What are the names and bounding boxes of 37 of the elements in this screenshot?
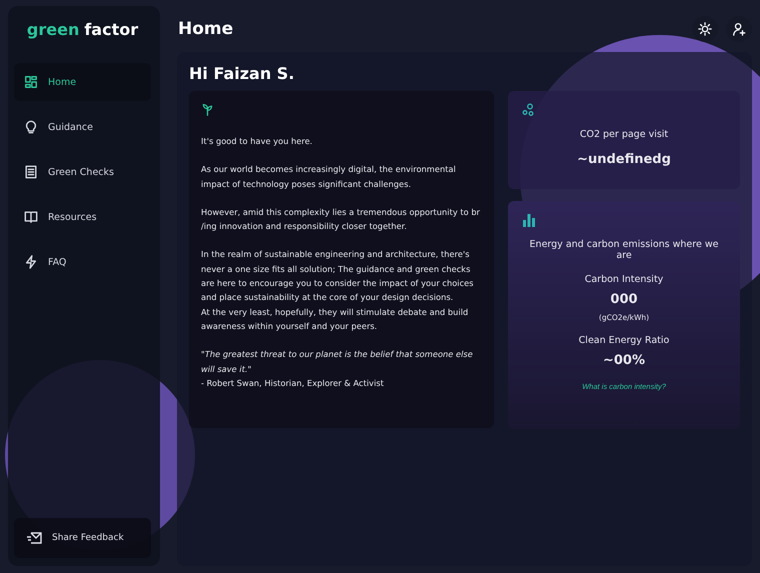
lightbulb-icon xyxy=(24,120,38,134)
nav-item[interactable]: Guidance xyxy=(14,108,151,146)
nav-item[interactable]: FAQ xyxy=(14,243,151,281)
add-user-icon xyxy=(732,22,746,36)
bar-chart-icon xyxy=(522,213,536,227)
paragraph: It's good to have you here. xyxy=(201,135,314,148)
logo-text: green xyxy=(26,20,80,39)
greeting: Hi Faizan S. xyxy=(189,64,296,83)
card-title: Energy and carbon emissions where we are xyxy=(528,239,720,261)
sun-icon xyxy=(698,22,712,36)
theme-toggle-button[interactable] xyxy=(692,16,718,42)
co2-value: ~undefinedg xyxy=(576,152,672,167)
add-user-button[interactable] xyxy=(726,16,752,42)
quote-text: "The greatest threat to our planet is the belief that someone else will save it." xyxy=(201,348,474,376)
sprout-icon xyxy=(201,103,214,116)
envelope-icon xyxy=(26,531,42,545)
lightning-icon xyxy=(24,255,38,269)
paragraph: However, amid this complexity lies a tremendous opportunity to br /ing innovation and responsibility closer together. xyxy=(201,206,481,234)
card-label: Clean Energy Ratio xyxy=(578,335,670,346)
logo-text: factor xyxy=(84,20,138,39)
paragraph: As our world becomes increasingly digital, the environmental impact of technology poses significant challenges. xyxy=(201,163,457,191)
nav-item[interactable]: Home xyxy=(14,63,151,101)
paragraph: - Robert Swan, Historian, Explorer & Activist xyxy=(201,376,385,390)
nav-item[interactable]: Resources xyxy=(14,198,151,236)
card-label: Carbon Intensity xyxy=(584,274,664,285)
ratio-value: ~00% xyxy=(602,353,646,368)
nav-item[interactable]: Green Checks xyxy=(14,153,151,191)
bubbles-icon xyxy=(522,103,536,117)
card-label: CO2 per page visit xyxy=(578,129,670,140)
grid-icon xyxy=(24,75,38,89)
paragraph: At the very least, hopefully, they will stimulate debate and build awareness within yourself and your peers. xyxy=(201,306,470,333)
document-icon xyxy=(24,165,38,179)
paragraph: In the realm of sustainable engineering and architecture, there's never a one size fits all solution; The guidance and green checks are here to encourage you to consider the impact of your choices and place sustainability at the core of your design decisions. xyxy=(201,248,474,304)
share-feedback-button[interactable]: Share Feedback xyxy=(14,518,151,558)
intensity-value: 000 xyxy=(609,292,639,307)
page-title: Home xyxy=(177,19,234,39)
book-icon xyxy=(24,210,38,224)
